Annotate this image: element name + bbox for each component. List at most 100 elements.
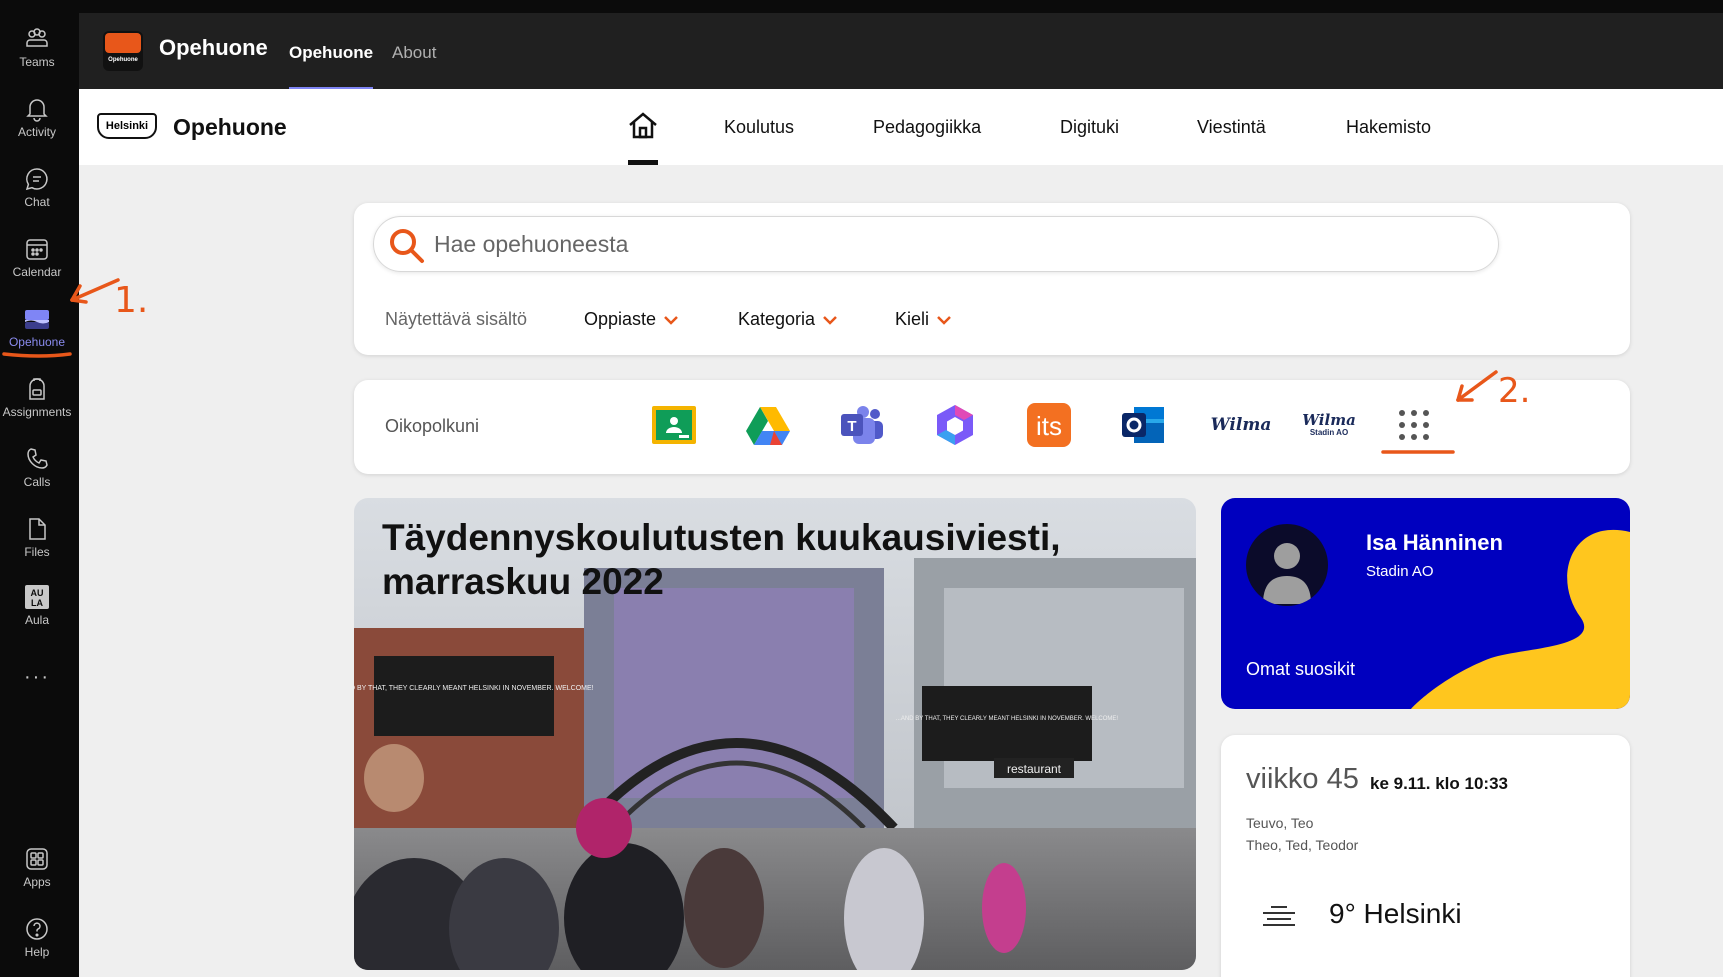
rail-item-activity[interactable]: Activity [0, 96, 74, 139]
profile-org: Stadin AO [1366, 563, 1434, 580]
filter-kategoria-label: Kategoria [738, 309, 816, 329]
hero-title[interactable]: Täydennyskoulutusten kuukausiviesti, mar… [382, 516, 1082, 605]
rail-label-opehuone: Opehuone [8, 335, 66, 349]
svg-text:AU: AU [31, 588, 44, 598]
teams-rail: Teams Activity Chat Calendar Opehuone As… [0, 0, 79, 977]
helsinki-logo[interactable]: Helsinki [97, 113, 157, 139]
rail-label-teams: Teams [19, 55, 55, 69]
hero-shop-sign: restaurant [1007, 762, 1062, 776]
bell-icon [26, 99, 48, 122]
nav-koulutus[interactable]: Koulutus [724, 117, 794, 138]
outlook-icon [1122, 407, 1164, 443]
shortcut-more-apps[interactable] [1391, 402, 1437, 448]
its-text: its [1036, 411, 1062, 441]
search-box [373, 216, 1499, 272]
more-apps-icon [1399, 410, 1429, 440]
user-icon [1263, 543, 1311, 604]
nav-digituki[interactable]: Digituki [1060, 117, 1119, 138]
rail-label-assignments: Assignments [2, 405, 72, 419]
backpack-icon [29, 378, 45, 400]
hero-screen-text-right: ...AND BY THAT, THEY CLEARLY MEANT HELSI… [896, 716, 1119, 722]
google-classroom-icon [652, 406, 696, 444]
window-top-bar [79, 0, 1723, 13]
nav-home[interactable] [625, 111, 661, 165]
teams-icon [26, 28, 48, 47]
nav-viestinta[interactable]: Viestintä [1197, 117, 1266, 138]
weather-text: 9° Helsinki [1329, 898, 1462, 929]
shortcut-google-drive[interactable] [745, 402, 791, 448]
svg-text:LA: LA [31, 598, 43, 608]
shortcut-google-classroom[interactable] [651, 402, 697, 448]
chevron-down-icon [937, 315, 951, 325]
filter-kategoria[interactable]: Kategoria [738, 309, 837, 330]
rail-item-files[interactable]: Files [0, 516, 74, 559]
app-title: Opehuone [159, 35, 268, 60]
rail-item-calls[interactable]: Calls [0, 446, 74, 489]
filter-kieli[interactable]: Kieli [895, 309, 951, 330]
svg-text:T: T [847, 418, 856, 435]
hero-article[interactable]: ...AND BY THAT, THEY CLEARLY MEANT HELSI… [354, 498, 1196, 970]
wilma-stadin-ao-icon: Wilma [1302, 411, 1356, 429]
search-input[interactable] [434, 227, 1464, 261]
week-card: viikko 45 ke 9.11. klo 10:33 Teuvo, Teo … [1221, 735, 1630, 977]
favorites-link[interactable]: Omat suosikit [1246, 659, 1355, 680]
hero-screen-text-left: ...AND BY THAT, THEY CLEARLY MEANT HELSI… [354, 685, 594, 692]
tab-about[interactable]: About [392, 43, 436, 63]
profile-card: Isa Hänninen Stadin AO Omat suosikit [1221, 498, 1630, 709]
microsoft-teams-icon: T [841, 406, 883, 444]
shortcut-microsoft-teams[interactable]: T [839, 402, 885, 448]
filter-oppiaste[interactable]: Oppiaste [584, 309, 678, 330]
microsoft-365-icon [937, 405, 973, 445]
rail-item-assignments[interactable]: Assignments [0, 376, 74, 419]
more-apps-button[interactable]: ··· [0, 666, 74, 689]
home-icon [629, 112, 657, 139]
rail-label-help: Help [24, 945, 50, 959]
week-number: viikko 45 [1246, 763, 1359, 795]
file-icon [29, 518, 46, 540]
rail-label-aula: Aula [24, 613, 50, 627]
shortcuts-card: Oikopolkuni T its Wilma Wilma Stadin AO [354, 380, 1630, 474]
shortcut-wilma-stadin-ao[interactable]: Wilma Stadin AO [1302, 402, 1356, 448]
opehuone-app-icon [25, 310, 49, 329]
search-icon [390, 229, 424, 263]
name-day-2: Theo, Ted, Teodor [1246, 837, 1359, 853]
filter-oppiaste-label: Oppiaste [584, 309, 657, 329]
chat-icon [25, 168, 48, 191]
rail-item-apps[interactable]: Apps [0, 846, 74, 889]
name-day-1: Teuvo, Teo [1246, 815, 1314, 831]
shortcut-microsoft-365[interactable] [932, 402, 978, 448]
rail-item-opehuone[interactable]: Opehuone [0, 306, 74, 349]
shortcut-wilma[interactable]: Wilma [1211, 402, 1272, 448]
wilma-stadin-ao-sub: Stadin AO [1309, 428, 1349, 437]
rail-label-apps: Apps [23, 875, 51, 889]
chevron-down-icon [664, 315, 678, 325]
opehuone-app-logo: Opehuone [103, 31, 143, 71]
content-filter-label: Näytettävä sisältö [385, 309, 528, 329]
annotation-step-1: 1. [114, 280, 148, 321]
date-time: ke 9.11. klo 10:33 [1370, 774, 1508, 793]
calendar-icon [26, 239, 48, 260]
rail-item-chat[interactable]: Chat [0, 166, 74, 209]
its-icon: its [1027, 403, 1071, 447]
shortcut-its[interactable]: its [1026, 402, 1072, 448]
site-title[interactable]: Opehuone [173, 114, 287, 141]
apps-icon [26, 848, 48, 870]
app-header: Opehuone Opehuone Opehuone About [79, 13, 1723, 90]
rail-item-teams[interactable]: Teams [0, 26, 74, 69]
rail-item-help[interactable]: Help [0, 916, 74, 959]
site-nav: Helsinki Opehuone Koulutus Pedagogiikka … [79, 89, 1723, 165]
ellipsis-icon: ··· [24, 666, 50, 688]
rail-label-chat: Chat [24, 195, 50, 209]
nav-pedagogiikka[interactable]: Pedagogiikka [873, 117, 981, 138]
tab-opehuone[interactable]: Opehuone [289, 43, 374, 90]
chevron-down-icon [823, 315, 837, 325]
shortcuts-label: Oikopolkuni [385, 416, 480, 436]
nav-hakemisto[interactable]: Hakemisto [1346, 117, 1431, 138]
filter-kieli-label: Kieli [895, 309, 930, 329]
avatar [1246, 524, 1328, 606]
shortcut-outlook[interactable] [1120, 402, 1166, 448]
wilma-icon: Wilma [1210, 415, 1272, 435]
rail-item-calendar[interactable]: Calendar [0, 236, 74, 279]
rail-item-aula[interactable]: AU LA Aula [0, 584, 74, 627]
phone-icon [27, 448, 48, 469]
